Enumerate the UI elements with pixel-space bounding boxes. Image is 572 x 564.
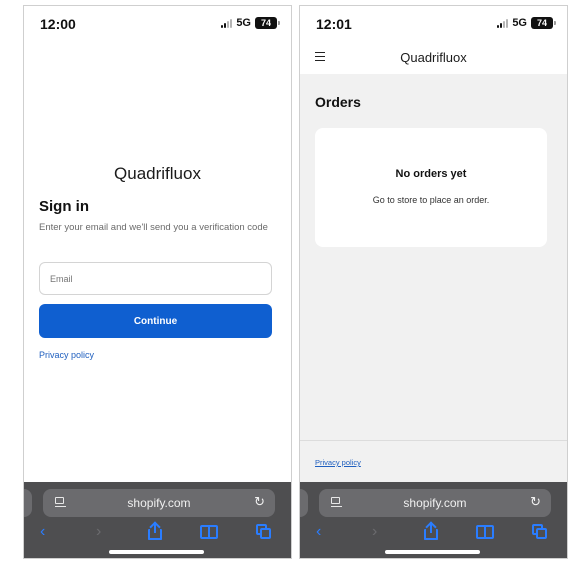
- orders-screen: 12:01 5G 74 Quadrifluox Orders No orders…: [299, 5, 568, 559]
- continue-button[interactable]: Continue: [39, 304, 272, 338]
- address-bar[interactable]: shopify.com ↻: [319, 489, 551, 517]
- back-icon[interactable]: ‹: [316, 522, 321, 542]
- screenshot-canvas: 12:00 5G 74 Quadrifluox Sign in Enter yo…: [0, 0, 572, 564]
- share-icon[interactable]: [148, 521, 162, 540]
- status-bar: 12:01 5G 74: [300, 6, 567, 40]
- forward-icon[interactable]: ›: [372, 522, 377, 542]
- tabs-icon[interactable]: [256, 524, 272, 540]
- page-title: Orders: [315, 94, 361, 110]
- sign-in-title: Sign in: [39, 198, 89, 215]
- browser-toolbar: ‹ ›: [300, 521, 567, 546]
- status-bar: 12:00 5G 74: [24, 6, 291, 40]
- url-text: shopify.com: [403, 496, 467, 510]
- network-label: 5G: [236, 17, 251, 29]
- browser-toolbar: ‹ ›: [24, 521, 291, 546]
- previous-tab-peek[interactable]: [300, 489, 308, 517]
- battery-icon: 74: [531, 17, 556, 29]
- signal-icon: [221, 18, 233, 28]
- safari-bottom-bar: shopify.com ↻ ‹ ›: [300, 482, 567, 558]
- home-indicator[interactable]: [385, 550, 480, 554]
- privacy-policy-link[interactable]: Privacy policy: [39, 350, 94, 360]
- address-bar[interactable]: shopify.com ↻: [43, 489, 275, 517]
- safari-bottom-bar: shopify.com ↻ ‹ ›: [24, 482, 291, 558]
- empty-state-message: Go to store to place an order.: [372, 195, 490, 205]
- share-icon[interactable]: [424, 521, 438, 540]
- email-field[interactable]: [39, 262, 272, 295]
- sign-in-screen: 12:00 5G 74 Quadrifluox Sign in Enter yo…: [23, 5, 292, 559]
- bookmarks-icon[interactable]: [476, 525, 494, 539]
- bookmarks-icon[interactable]: [200, 525, 218, 539]
- store-header: Quadrifluox: [300, 40, 567, 74]
- reload-icon[interactable]: ↻: [254, 494, 265, 510]
- network-label: 5G: [512, 17, 527, 29]
- status-time: 12:01: [316, 16, 352, 32]
- tabs-icon[interactable]: [532, 524, 548, 540]
- previous-tab-peek[interactable]: [24, 489, 32, 517]
- sign-in-description: Enter your email and we'll send you a ve…: [39, 222, 268, 233]
- signal-icon: [497, 18, 509, 28]
- back-icon[interactable]: ‹: [40, 522, 45, 542]
- reload-icon[interactable]: ↻: [530, 494, 541, 510]
- store-name: Quadrifluox: [114, 164, 201, 183]
- forward-icon[interactable]: ›: [96, 522, 101, 542]
- battery-icon: 74: [255, 17, 280, 29]
- empty-orders-card: No orders yet Go to store to place an or…: [315, 128, 547, 247]
- home-indicator[interactable]: [109, 550, 204, 554]
- footer-divider: [300, 440, 567, 441]
- status-time: 12:00: [40, 16, 76, 32]
- store-name[interactable]: Quadrifluox: [300, 50, 567, 65]
- empty-state-title: No orders yet: [395, 168, 467, 180]
- privacy-policy-link[interactable]: Privacy policy: [315, 458, 361, 467]
- url-text: shopify.com: [127, 496, 191, 510]
